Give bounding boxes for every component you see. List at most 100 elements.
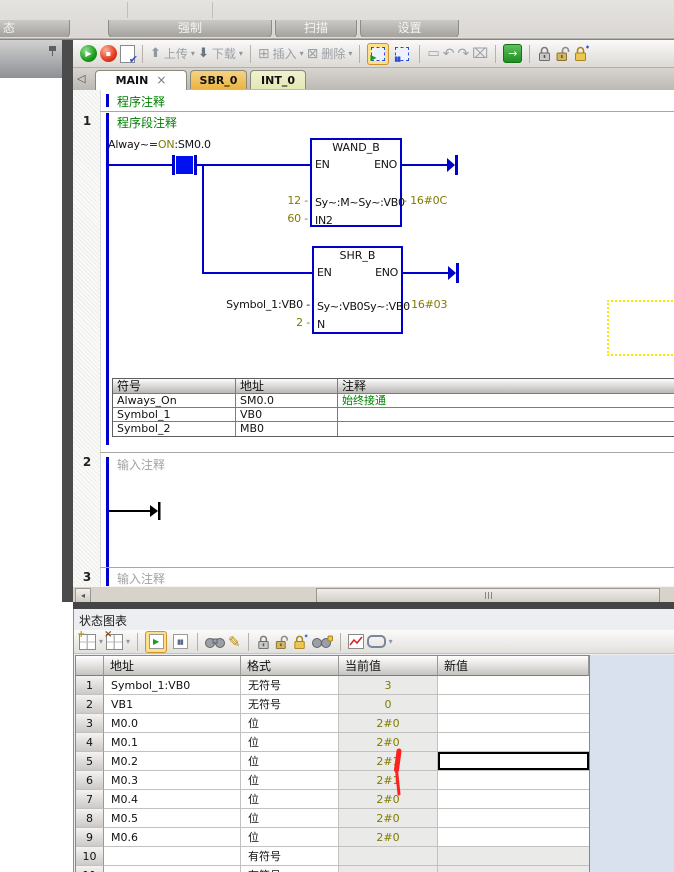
new-value-cell[interactable]	[438, 714, 589, 733]
format-cell[interactable]: 位	[241, 790, 339, 809]
left-panel-header[interactable]	[0, 40, 62, 78]
insert-dropdown-icon[interactable]: ▾	[300, 49, 304, 58]
format-cell[interactable]: 有符号	[241, 847, 339, 866]
new-value-cell[interactable]	[438, 695, 589, 714]
format-cell[interactable]: 有符号	[241, 866, 339, 872]
shr-b-block[interactable]: SHR_B ENENO Sy~:VB0Sy~:VB0 N	[312, 246, 403, 334]
address-cell[interactable]: SM0.0	[236, 394, 338, 408]
run-button[interactable]: ▶	[80, 45, 97, 62]
force-icon[interactable]	[256, 634, 271, 650]
delete-button[interactable]: 删除	[321, 45, 345, 62]
address-cell[interactable]: M0.1	[104, 733, 241, 752]
scroll-left-button[interactable]: ◂	[75, 588, 91, 603]
new-value-cell[interactable]	[438, 676, 589, 695]
comment-cell[interactable]	[338, 408, 674, 422]
row-number-cell[interactable]: 5	[76, 752, 104, 771]
address-cell[interactable]: M0.4	[104, 790, 241, 809]
stop-button[interactable]: ▪	[100, 45, 117, 62]
chart-status-button[interactable]: ▮▮	[392, 44, 412, 64]
comment-cell[interactable]: 始终接通	[338, 394, 674, 408]
force-all-lock-icon[interactable]	[573, 45, 590, 62]
insert-row-dropdown-icon[interactable]: ▾	[99, 637, 103, 646]
program-status-button[interactable]: ▶	[367, 43, 389, 65]
wand-b-block[interactable]: WAND_B ENENO Sy~:M~Sy~:VB0 IN2	[310, 138, 402, 227]
clear-bookmarks-icon[interactable]: ⌧	[472, 46, 488, 62]
insert-row-icon[interactable]: +	[79, 634, 96, 650]
format-cell[interactable]: 位	[241, 714, 339, 733]
vertical-splitter[interactable]	[62, 40, 73, 602]
upload-dropdown-icon[interactable]: ▾	[191, 49, 195, 58]
address-cell[interactable]: M0.0	[104, 714, 241, 733]
format-cell[interactable]: 位	[241, 733, 339, 752]
address-cell[interactable]: M0.6	[104, 828, 241, 847]
symbol-cell[interactable]: Symbol_1	[113, 408, 236, 422]
col-new-value[interactable]: 新值	[438, 656, 589, 676]
symbol-cell[interactable]: Symbol_2	[113, 422, 236, 436]
row-number-cell[interactable]: 7	[76, 790, 104, 809]
compile-button[interactable]: ✔	[120, 45, 135, 63]
prev-bookmark-icon[interactable]: ↶	[443, 46, 455, 62]
insert-button[interactable]: 插入	[273, 45, 297, 62]
download-dropdown-icon[interactable]: ▾	[239, 49, 243, 58]
row-number-cell[interactable]: 3	[76, 714, 104, 733]
tab-int0[interactable]: INT_0	[250, 70, 306, 89]
format-cell[interactable]: 位	[241, 752, 339, 771]
col-comment[interactable]: 注释	[338, 379, 674, 394]
row-number-cell[interactable]: 4	[76, 733, 104, 752]
tab-sbr0[interactable]: SBR_0	[190, 70, 247, 89]
row-number-cell[interactable]: 2	[76, 695, 104, 714]
new-value-cell[interactable]	[438, 847, 589, 866]
new-value-cell[interactable]	[438, 828, 589, 847]
force-lock-icon[interactable]	[537, 45, 552, 62]
bubble-dropdown-icon[interactable]: ▾	[389, 637, 393, 646]
upload-icon[interactable]: ⬆	[150, 46, 161, 61]
address-cell[interactable]	[104, 866, 241, 872]
bubble-icon[interactable]	[367, 635, 386, 648]
row-number-cell[interactable]: 1	[76, 676, 104, 695]
tab-main[interactable]: MAIN×	[95, 70, 187, 90]
pin-icon[interactable]	[48, 45, 57, 56]
address-cell[interactable]: MB0	[236, 422, 338, 436]
write-icon[interactable]: ✎	[228, 633, 241, 651]
symbol-row[interactable]: Symbol_2 MB0	[113, 422, 674, 436]
unforce-icon[interactable]	[274, 634, 289, 650]
col-symbol[interactable]: 符号	[113, 379, 236, 394]
row-number-cell[interactable]: 8	[76, 809, 104, 828]
goto-button[interactable]: →	[503, 44, 522, 63]
force-all-icon[interactable]	[292, 634, 309, 650]
row-number-cell[interactable]: 10	[76, 847, 104, 866]
new-value-cell[interactable]	[438, 752, 589, 771]
symbol-row[interactable]: Symbol_1 VB0	[113, 408, 674, 422]
address-cell[interactable]	[104, 847, 241, 866]
trend-view-icon[interactable]	[348, 634, 364, 649]
insertion-arrow-icon[interactable]	[147, 500, 162, 522]
chart-status-on-button[interactable]: ▶	[145, 631, 167, 653]
symbol-cell[interactable]: Always_On	[113, 394, 236, 408]
insert-icon[interactable]: ⊞	[258, 46, 270, 62]
ribbon-group-status[interactable]: 态	[0, 20, 70, 38]
ribbon-group-scan[interactable]: 扫描	[275, 20, 357, 38]
editor-hscrollbar[interactable]: ◂	[73, 586, 674, 603]
col-address[interactable]: 地址	[236, 379, 338, 394]
unforce-lock-icon[interactable]	[555, 45, 570, 62]
download-button[interactable]: 下载	[212, 45, 236, 62]
format-cell[interactable]: 无符号	[241, 676, 339, 695]
new-value-cell[interactable]	[438, 866, 589, 872]
address-cell[interactable]: VB0	[236, 408, 338, 422]
program-comment[interactable]: 程序注释	[117, 93, 165, 110]
bookmark-icon[interactable]: ▭	[427, 46, 439, 61]
new-value-cell[interactable]	[438, 790, 589, 809]
comment-cell[interactable]	[338, 422, 674, 436]
tab-scroll-left-icon[interactable]: ◁	[77, 72, 85, 85]
new-value-edit-box[interactable]	[438, 752, 589, 770]
address-cell[interactable]: M0.2	[104, 752, 241, 771]
delete-row-icon[interactable]: ×	[106, 634, 123, 650]
delete-row-dropdown-icon[interactable]: ▾	[126, 637, 130, 646]
contact-sm00[interactable]	[172, 155, 197, 175]
format-cell[interactable]: 位	[241, 809, 339, 828]
network1-comment[interactable]: 程序段注释	[117, 114, 177, 131]
col-format[interactable]: 格式	[241, 656, 339, 676]
row-number-cell[interactable]: 9	[76, 828, 104, 847]
col-address[interactable]: 地址	[104, 656, 241, 676]
scrollbar-thumb[interactable]	[316, 588, 660, 603]
